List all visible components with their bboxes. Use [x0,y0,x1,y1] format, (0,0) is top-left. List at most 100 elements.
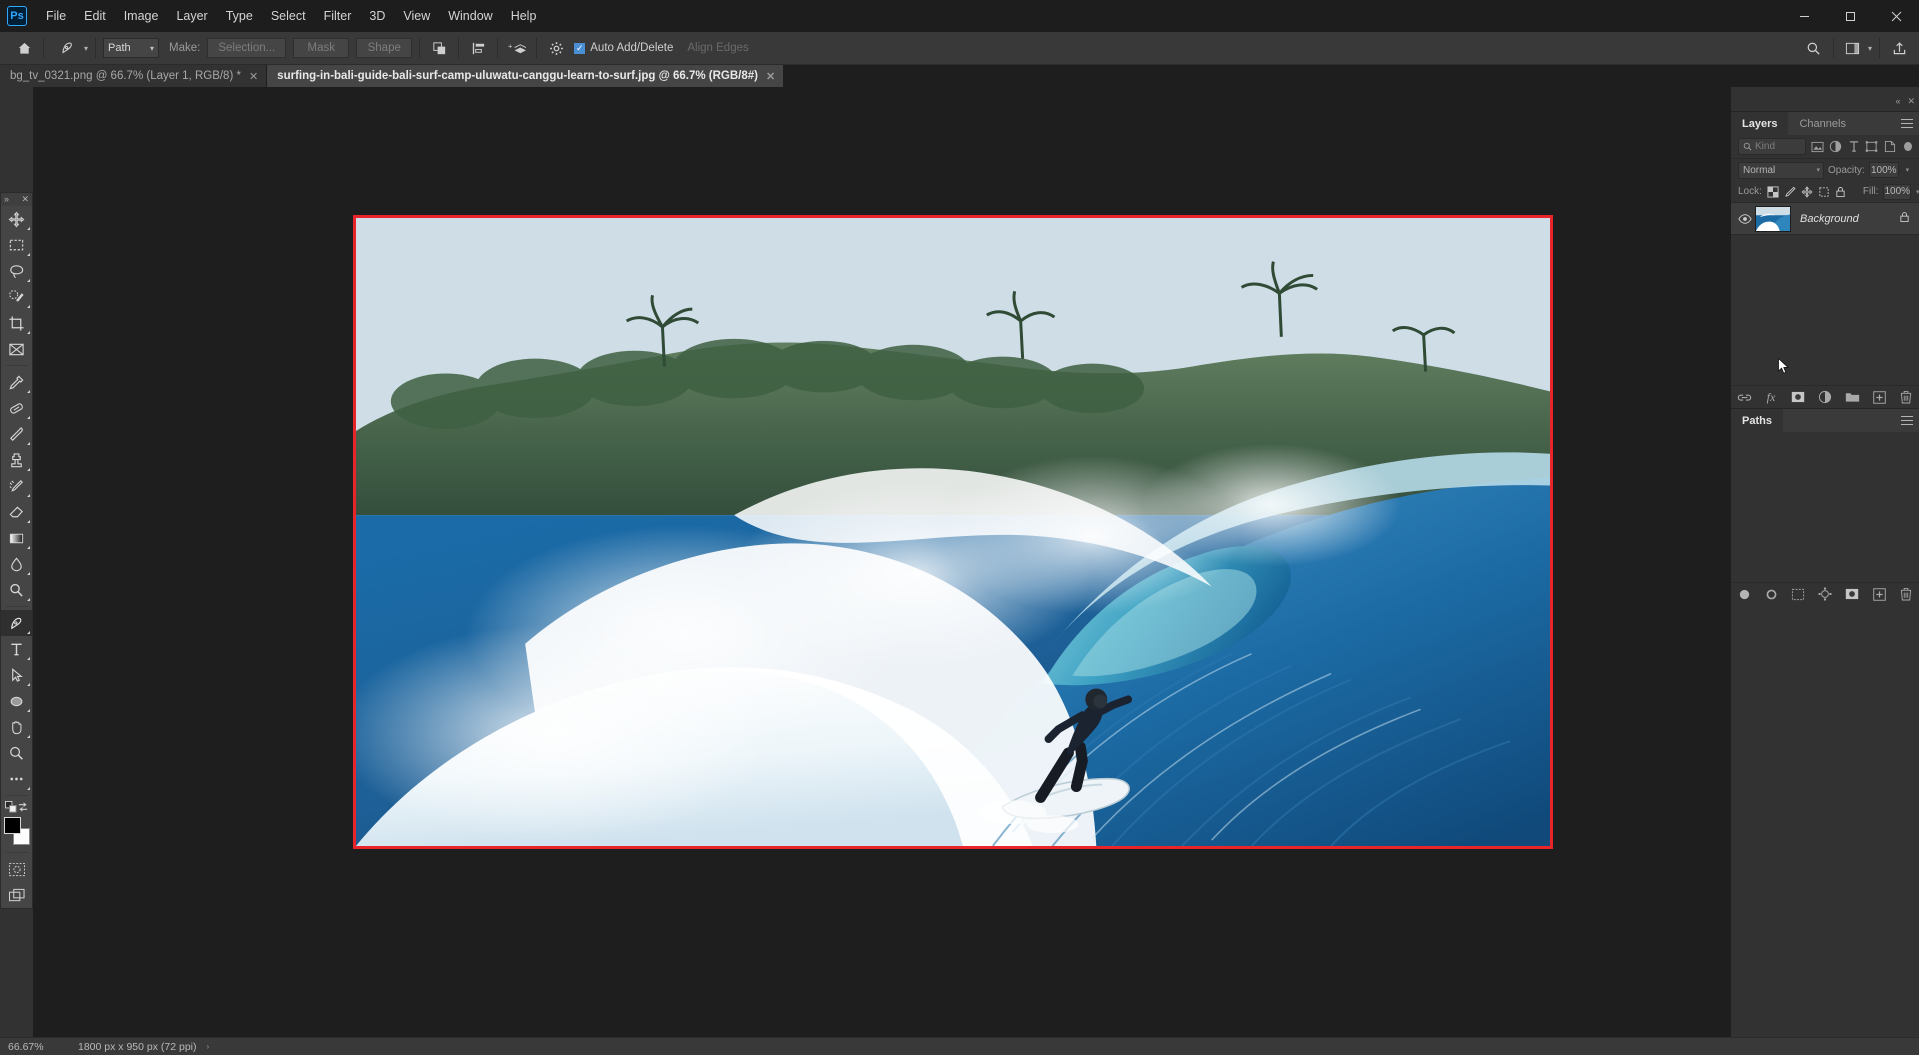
layer-list-empty-area[interactable] [1731,235,1919,385]
zoom-level[interactable]: 66.67% [8,1041,68,1053]
menu-item-type[interactable]: Type [217,4,262,28]
collapse-icon[interactable]: » [4,195,9,204]
close-icon[interactable]: ✕ [766,70,775,83]
lock-image-icon[interactable] [1784,184,1796,199]
gradient-tool[interactable] [1,525,32,551]
new-path-icon[interactable] [1871,586,1887,602]
collapse-icon[interactable]: « [1895,96,1900,107]
menu-item-image[interactable]: Image [115,4,168,28]
menu-item-help[interactable]: Help [502,4,546,28]
layer-kind-filter[interactable]: Kind [1738,138,1806,155]
document-window[interactable] [353,215,1553,849]
pen-tool[interactable] [1,610,32,636]
tab-layers[interactable]: Layers [1731,112,1789,135]
color-swatches[interactable] [1,815,32,849]
clone-stamp-tool[interactable] [1,447,32,473]
tab-channels[interactable]: Channels [1788,112,1856,135]
maximize-icon[interactable] [1827,0,1873,32]
ellipse-tool[interactable] [1,688,32,714]
hand-tool[interactable] [1,714,32,740]
eraser-tool[interactable] [1,499,32,525]
layer-thumbnail[interactable] [1755,205,1791,232]
adjustment-filter-icon[interactable] [1828,138,1842,155]
workspace-icon[interactable] [1841,36,1865,60]
menu-item-window[interactable]: Window [439,4,501,28]
menu-item-filter[interactable]: Filter [315,4,361,28]
zoom-tool[interactable] [1,740,32,766]
menu-item-3d[interactable]: 3D [360,4,394,28]
stroke-path-icon[interactable] [1763,586,1779,602]
type-filter-icon[interactable] [1847,138,1861,155]
menu-item-layer[interactable]: Layer [167,4,216,28]
search-icon[interactable] [1802,36,1826,60]
shape-button[interactable]: Shape [356,38,413,58]
path-alignment-icon[interactable] [466,36,490,60]
fill-path-icon[interactable] [1736,586,1752,602]
menu-item-edit[interactable]: Edit [75,4,115,28]
pixel-filter-icon[interactable] [1810,138,1824,155]
menu-item-select[interactable]: Select [262,4,315,28]
eyedropper-tool[interactable] [1,369,32,395]
fill-value[interactable]: 100% [1883,183,1912,200]
close-icon[interactable] [1873,0,1919,32]
share-icon[interactable] [1887,36,1911,60]
canvas-area[interactable] [33,87,1731,1037]
edit-toolbar-tool[interactable] [1,766,32,792]
delete-layer-icon[interactable] [1898,389,1914,405]
path-mode-select[interactable]: Path ▾ [103,38,160,58]
brush-tool[interactable] [1,421,32,447]
smart-object-filter-icon[interactable] [1883,138,1897,155]
opacity-value[interactable]: 100% [1868,162,1899,178]
layer-name[interactable]: Background [1791,213,1899,225]
menu-item-view[interactable]: View [394,4,439,28]
lock-transparency-icon[interactable] [1767,184,1779,199]
quick-mask-icon[interactable] [1,856,32,882]
delete-path-icon[interactable] [1898,586,1914,602]
dodge-tool[interactable] [1,577,32,603]
layer-style-icon[interactable]: fx [1763,389,1779,405]
selection-to-path-icon[interactable] [1817,586,1833,602]
lock-all-icon[interactable] [1835,184,1846,199]
filter-toggle[interactable] [1904,142,1912,151]
frame-tool[interactable] [1,336,32,362]
workspace-caret-icon[interactable]: ▾ [1868,44,1872,53]
screen-mode-icon[interactable] [1,882,32,908]
minimize-icon[interactable] [1781,0,1827,32]
blend-mode-select[interactable]: Normal ▾ [1738,161,1824,179]
path-operations-icon[interactable] [427,36,451,60]
lasso-tool[interactable] [1,258,32,284]
eye-icon[interactable] [1735,213,1755,224]
menu-item-file[interactable]: File [37,4,75,28]
close-icon[interactable]: ✕ [1907,96,1915,107]
paths-list[interactable] [1731,432,1919,582]
document-tab-inactive[interactable]: bg_tv_0321.png @ 66.7% (Layer 1, RGB/8) … [0,65,268,87]
history-brush-tool[interactable] [1,473,32,499]
tab-paths[interactable]: Paths [1731,409,1783,432]
opacity-stepper[interactable]: ▾ [1903,162,1912,178]
lock-position-icon[interactable] [1801,184,1813,199]
lock-artboard-icon[interactable] [1818,184,1830,199]
rectangular-marquee-tool[interactable] [1,232,32,258]
lock-icon[interactable] [1899,210,1919,228]
link-layers-icon[interactable] [1736,389,1752,405]
crop-tool[interactable] [1,310,32,336]
document-tab-active[interactable]: surfing-in-bali-guide-bali-surf-camp-ulu… [267,65,785,87]
foreground-color-swatch[interactable] [4,817,21,834]
auto-add-delete-checkbox[interactable]: ✓ Auto Add/Delete [574,42,673,54]
blur-tool[interactable] [1,551,32,577]
quick-selection-tool[interactable] [1,284,32,310]
selection-button[interactable]: Selection... [207,38,287,58]
close-icon[interactable]: ✕ [249,70,258,83]
tool-preset-picker[interactable]: ▾ [55,36,88,60]
home-icon[interactable] [12,36,36,60]
new-group-icon[interactable] [1844,389,1860,405]
mask-button[interactable]: Mask [293,38,350,58]
path-selection-tool[interactable] [1,662,32,688]
type-tool[interactable] [1,636,32,662]
adjustment-layer-icon[interactable] [1817,389,1833,405]
layer-mask-icon[interactable] [1790,389,1806,405]
path-to-selection-icon[interactable] [1790,586,1806,602]
add-mask-icon[interactable] [1844,586,1860,602]
shape-filter-icon[interactable] [1865,138,1879,155]
panel-menu-icon[interactable] [1901,416,1913,428]
